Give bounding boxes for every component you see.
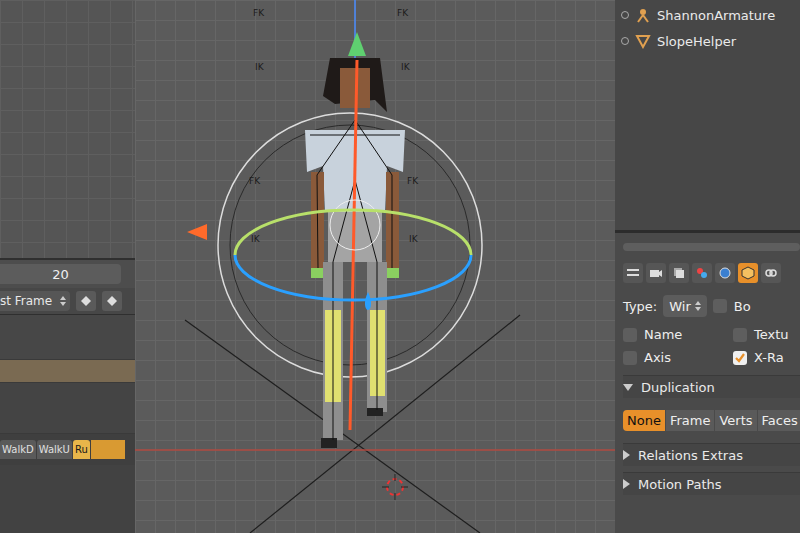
duplication-options: NoneFrameVertsFaces [623,404,800,437]
keyframe-next-button[interactable] [102,291,122,311]
3d-viewport[interactable]: FK IK FK IK FK IK FK IK [135,0,615,533]
keyframe-prev-button[interactable] [76,291,96,311]
nla-track [0,315,135,360]
graph-area[interactable] [0,0,135,260]
nla-strip[interactable]: WalkU [37,440,72,459]
checkbox[interactable]: Textu [733,327,800,342]
properties-tab[interactable] [692,263,712,283]
ik-fk-label: FK [253,8,264,18]
key-icon [106,295,118,307]
outliner-item[interactable]: SlopeHelper [615,28,800,54]
left-panel: 20 st Frame WalkDWalkURu [0,0,135,533]
properties-tab[interactable] [646,263,666,283]
ik-fk-label: IK [409,234,418,244]
ik-fk-label: IK [251,234,260,244]
right-panel: ShannonArmatureSlopeHelperType:WirBoName… [615,0,800,533]
key-icon [80,295,92,307]
disclosure-icon [623,479,630,489]
blender-screen: 20 st Frame WalkDWalkURu FK IK FK IK FK IK FK IK Sh… [0,0,800,533]
duplication-option[interactable]: Verts [715,410,756,431]
object-icon [741,266,755,280]
nla-strip[interactable]: WalkD [0,440,36,459]
ik-fk-label: FK [407,176,418,186]
ik-fk-label: FK [397,8,408,18]
nla-track [0,383,135,434]
checkbox[interactable]: X-Ra [733,350,800,365]
properties-panel: Type:WirBoNameTextuAxisX-RaDuplicationNo… [615,233,800,533]
armature-icon [635,7,651,23]
section-header[interactable]: Relations Extras [623,443,800,466]
section-header[interactable]: Motion Paths [623,472,800,495]
properties-tab[interactable] [761,263,781,283]
duplication-option[interactable]: Frame [666,410,715,431]
duplication-option[interactable]: Faces [758,410,800,431]
checkbox-grid: NameTextuAxisX-Ra [623,323,800,369]
checkbox[interactable]: Name [623,327,733,342]
type-dropdown[interactable]: Wir [663,295,707,317]
disclosure-icon [623,450,630,460]
frame-row: 20 [0,260,135,288]
nla-strip[interactable]: Ru [73,440,90,459]
section-header[interactable]: Duplication [623,375,800,398]
checkbox-box[interactable] [623,351,637,365]
properties-tab[interactable] [669,263,689,283]
ik-fk-label: FK [249,176,260,186]
ik-fk-label: IK [401,62,410,72]
nla-track [0,360,135,383]
tree-dot-icon [621,37,629,45]
render-icon [649,266,663,280]
duplication-option[interactable]: None [623,410,665,431]
checkbox-box[interactable] [733,351,747,365]
outliner-item[interactable]: ShannonArmature [615,2,800,28]
frame-dropdown-row: st Frame [0,288,135,315]
check-icon [734,352,746,364]
mesh-icon [635,33,651,49]
updown-icon [60,296,66,306]
nla-strip-bar [91,440,125,459]
updown-icon [695,301,701,311]
frame-dropdown[interactable]: st Frame [0,291,70,311]
nla-strip-row: WalkDWalkURu [0,434,135,465]
checkbox[interactable]: Axis [623,350,733,365]
checkbox[interactable]: Bo [713,299,751,314]
type-row: Type:WirBo [623,295,800,317]
properties-tab[interactable] [715,263,735,283]
disclosure-icon [623,384,633,391]
properties-tab[interactable] [623,263,643,283]
scene-icon [695,266,709,280]
layers-icon [672,266,686,280]
armature-drawing[interactable] [135,0,615,533]
link-icon [764,266,778,280]
panel-handle[interactable] [623,243,800,251]
checkbox-box[interactable] [623,328,637,342]
tree-dot-icon [621,11,629,19]
outliner: ShannonArmatureSlopeHelper [615,0,800,233]
properties-tab[interactable] [738,263,758,283]
checkbox-box[interactable] [733,328,747,342]
frame-field[interactable]: 20 [0,264,121,284]
nla-editor: WalkDWalkURu [0,315,135,533]
menu-icon [626,266,640,280]
ik-fk-label: IK [255,62,264,72]
checkbox-box[interactable] [713,299,727,313]
world-icon [718,266,732,280]
properties-tabs [623,257,800,289]
